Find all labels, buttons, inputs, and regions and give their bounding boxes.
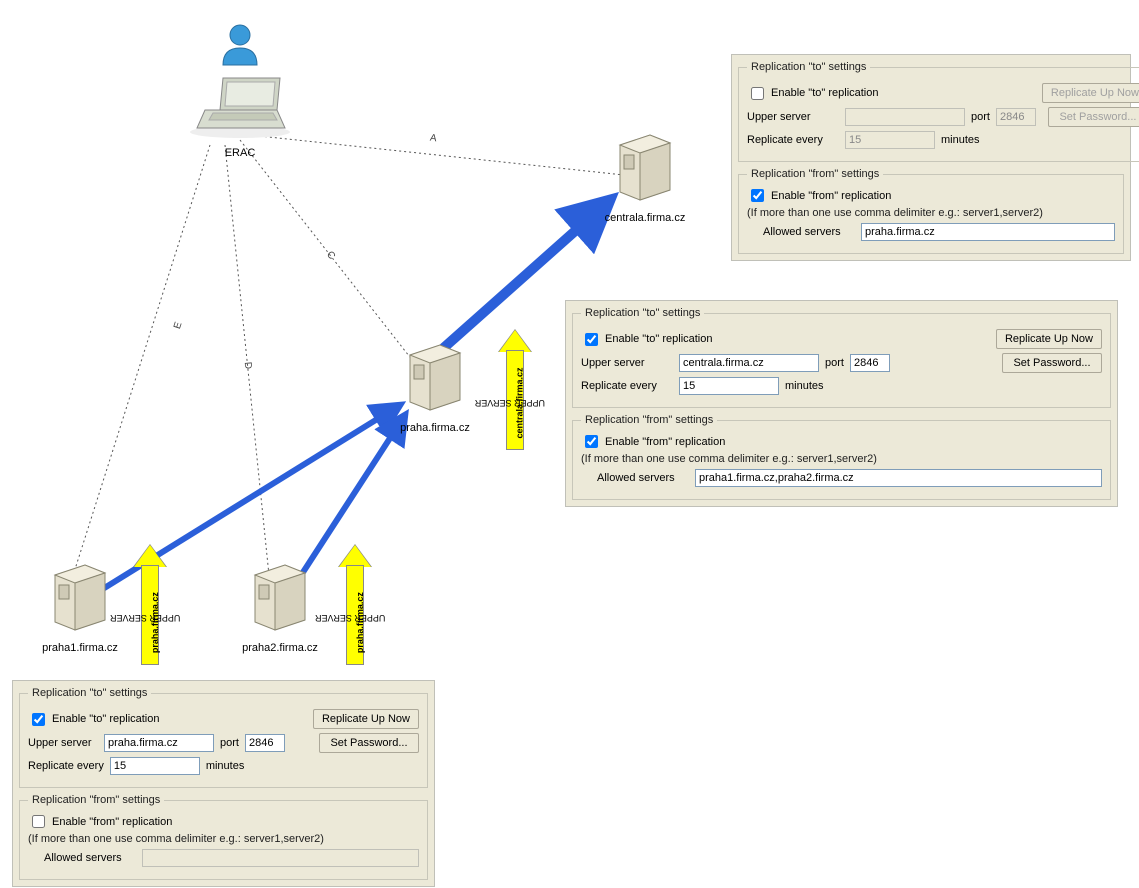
replication-to-group: Replication "to" settings Enable "to" re… xyxy=(19,687,428,788)
replicate-now-button[interactable]: Replicate Up Now xyxy=(1042,83,1139,103)
enable-to-label[interactable]: Enable "to" replication xyxy=(28,710,160,729)
upper-server-input[interactable] xyxy=(679,354,819,372)
port-label: port xyxy=(825,357,844,369)
panel-centrala: Replication "to" settings Enable "to" re… xyxy=(731,54,1131,261)
replication-from-legend: Replication "from" settings xyxy=(581,414,717,426)
node-centrala-label: centrala.firma.cz xyxy=(590,212,700,224)
replication-to-legend: Replication "to" settings xyxy=(747,61,870,73)
node-centrala: centrala.firma.cz xyxy=(590,125,700,224)
enable-to-checkbox[interactable] xyxy=(32,713,45,726)
allowed-servers-label: Allowed servers xyxy=(597,472,689,484)
replication-from-group: Replication "from" settings Enable "from… xyxy=(19,794,428,880)
enable-from-label[interactable]: Enable "from" replication xyxy=(28,812,419,831)
from-hint: (If more than one use comma delimiter e.… xyxy=(581,453,1102,465)
node-praha2: praha2.firma.cz xyxy=(225,555,335,654)
port-input[interactable] xyxy=(245,734,285,752)
laptop-icon xyxy=(185,70,295,140)
replicate-now-button[interactable]: Replicate Up Now xyxy=(313,709,419,729)
replication-from-legend: Replication "from" settings xyxy=(747,168,883,180)
node-erac: ERAC xyxy=(170,20,310,159)
enable-to-label[interactable]: Enable "to" replication xyxy=(747,84,879,103)
edge-label-d: D xyxy=(242,361,254,369)
node-praha1-label: praha1.firma.cz xyxy=(25,642,135,654)
enable-from-checkbox[interactable] xyxy=(751,189,764,202)
server-icon xyxy=(45,555,115,635)
set-password-button[interactable]: Set Password... xyxy=(1002,353,1102,373)
minutes-label: minutes xyxy=(785,380,824,392)
replication-to-legend: Replication "to" settings xyxy=(28,687,151,699)
upper-server-label: Upper server xyxy=(581,357,673,369)
enable-from-label[interactable]: Enable "from" replication xyxy=(581,432,1102,451)
user-icon xyxy=(205,20,275,75)
replicate-every-input[interactable] xyxy=(679,377,779,395)
panel-praha: Replication "to" settings Enable "to" re… xyxy=(565,300,1118,507)
replication-to-legend: Replication "to" settings xyxy=(581,307,704,319)
allowed-servers-input[interactable] xyxy=(695,469,1102,487)
replicate-every-input[interactable] xyxy=(845,131,935,149)
panel-leaf: Replication "to" settings Enable "to" re… xyxy=(12,680,435,887)
upper-server-label: Upper server xyxy=(747,111,839,123)
replication-from-legend: Replication "from" settings xyxy=(28,794,164,806)
allowed-servers-input[interactable] xyxy=(142,849,419,867)
upper-server-input[interactable] xyxy=(104,734,214,752)
replicate-every-label: Replicate every xyxy=(747,134,839,146)
server-icon xyxy=(610,125,680,205)
from-hint: (If more than one use comma delimiter e.… xyxy=(28,833,419,845)
replication-to-group: Replication "to" settings Enable "to" re… xyxy=(738,61,1139,162)
enable-from-checkbox[interactable] xyxy=(585,435,598,448)
enable-from-checkbox[interactable] xyxy=(32,815,45,828)
upper-server-input[interactable] xyxy=(845,108,965,126)
upper-server-label: Upper server xyxy=(28,737,98,749)
minutes-label: minutes xyxy=(206,760,245,772)
replicate-every-input[interactable] xyxy=(110,757,200,775)
set-password-button[interactable]: Set Password... xyxy=(1048,107,1139,127)
node-erac-label: ERAC xyxy=(170,147,310,159)
node-praha-label: praha.firma.cz xyxy=(380,422,490,434)
enable-to-checkbox[interactable] xyxy=(751,87,764,100)
node-praha: praha.firma.cz xyxy=(380,335,490,434)
allowed-servers-label: Allowed servers xyxy=(763,226,855,238)
edge-label-a: A xyxy=(429,133,437,145)
replicate-every-label: Replicate every xyxy=(581,380,673,392)
server-icon xyxy=(245,555,315,635)
enable-from-label[interactable]: Enable "from" replication xyxy=(747,186,1115,205)
port-label: port xyxy=(220,737,239,749)
set-password-button[interactable]: Set Password... xyxy=(319,733,419,753)
allowed-servers-input[interactable] xyxy=(861,223,1115,241)
from-hint: (If more than one use comma delimiter e.… xyxy=(747,207,1115,219)
port-label: port xyxy=(971,111,990,123)
node-praha1: praha1.firma.cz xyxy=(25,555,135,654)
edge-label-c: C xyxy=(324,249,337,261)
node-praha2-label: praha2.firma.cz xyxy=(225,642,335,654)
port-input[interactable] xyxy=(996,108,1036,126)
port-input[interactable] xyxy=(850,354,890,372)
server-icon xyxy=(400,335,470,415)
edge-label-e: E xyxy=(172,321,185,331)
replicate-every-label: Replicate every xyxy=(28,760,104,772)
replication-from-group: Replication "from" settings Enable "from… xyxy=(572,414,1111,500)
enable-to-checkbox[interactable] xyxy=(585,333,598,346)
enable-to-label[interactable]: Enable "to" replication xyxy=(581,330,713,349)
minutes-label: minutes xyxy=(941,134,980,146)
replication-to-group: Replication "to" settings Enable "to" re… xyxy=(572,307,1111,408)
allowed-servers-label: Allowed servers xyxy=(44,852,136,864)
replication-from-group: Replication "from" settings Enable "from… xyxy=(738,168,1124,254)
replicate-now-button[interactable]: Replicate Up Now xyxy=(996,329,1102,349)
